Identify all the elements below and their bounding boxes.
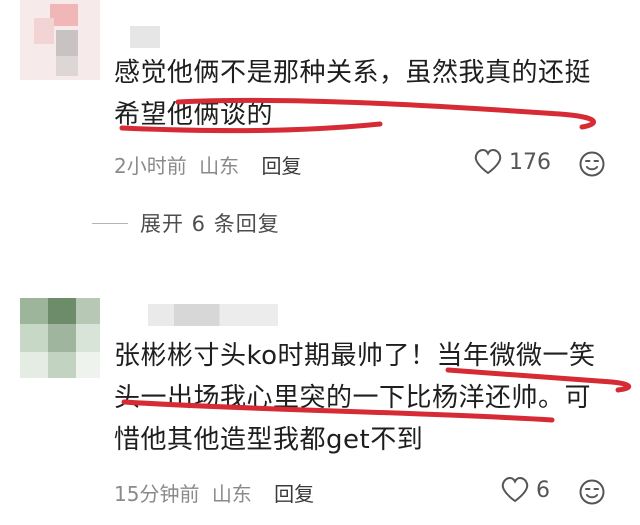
comment-location: 山东 bbox=[211, 482, 252, 506]
reply-button[interactable]: 回复 bbox=[261, 154, 301, 178]
comment-meta: 15分钟前 山东 回复 bbox=[114, 478, 314, 507]
expand-replies-label: 展开 6 条回复 bbox=[140, 212, 280, 236]
emoji-face-icon[interactable] bbox=[578, 150, 606, 178]
comment-text: 感觉他俩不是那种关系，虽然我真的还挺 希望他俩谈的 bbox=[114, 58, 592, 130]
comment-meta: 2小时前 山东 回复 bbox=[114, 150, 301, 179]
comment-time: 2小时前 bbox=[114, 154, 187, 178]
comment-item: 感觉他俩不是那种关系，虽然我真的还挺 希望他俩谈的 2小时前 山东 回复 176 bbox=[0, 0, 640, 200]
like-count: 176 bbox=[509, 149, 551, 175]
comment-location: 山东 bbox=[199, 154, 240, 178]
expand-replies-button[interactable]: 展开 6 条回复 bbox=[92, 208, 280, 238]
user-avatar[interactable] bbox=[20, 0, 100, 80]
like-button[interactable]: 6 bbox=[500, 476, 550, 504]
like-count: 6 bbox=[536, 477, 550, 503]
reply-button[interactable]: 回复 bbox=[274, 482, 314, 506]
emoji-face-icon[interactable] bbox=[578, 478, 606, 506]
comment-text: 张彬彬寸头ko时期最帅了！当年微微一笑 头一出场我心里突的一下比杨洋还帅。可 惜… bbox=[114, 341, 596, 455]
username-blurred[interactable] bbox=[148, 304, 278, 326]
username-blurred[interactable] bbox=[130, 26, 160, 48]
user-avatar[interactable] bbox=[20, 298, 100, 378]
heart-outline-icon bbox=[501, 476, 529, 503]
comment-time: 15分钟前 bbox=[114, 482, 200, 506]
like-button[interactable]: 176 bbox=[473, 148, 551, 176]
heart-outline-icon bbox=[474, 148, 502, 175]
expand-divider bbox=[92, 222, 128, 224]
